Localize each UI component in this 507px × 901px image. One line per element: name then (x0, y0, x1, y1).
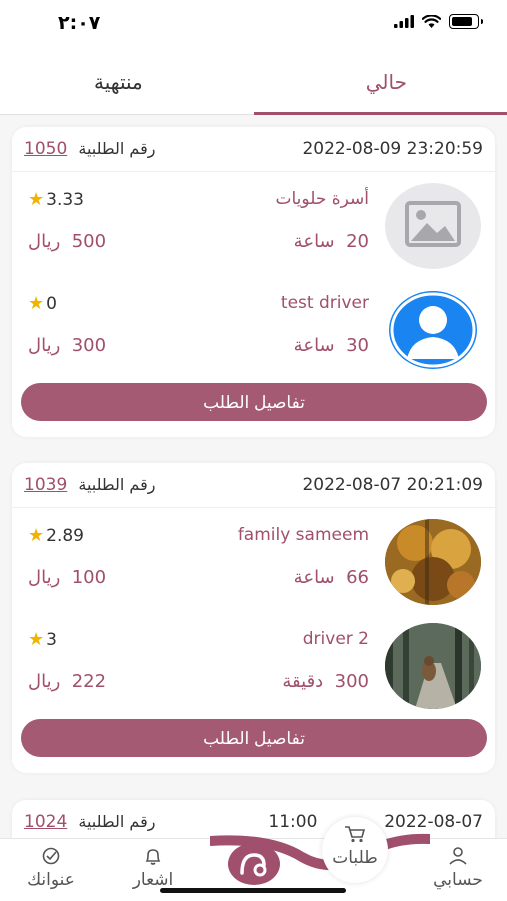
driver-row: test driver ★ 0 30 ساعة 300 ريال (12, 287, 495, 383)
image-placeholder-icon (385, 183, 481, 269)
provider-name: أسرة حلويات (275, 189, 370, 209)
nav-orders[interactable]: طلبات (322, 817, 388, 883)
tab-finished[interactable]: منتهية (94, 70, 143, 94)
nav-account[interactable]: حسابي (423, 847, 493, 890)
order-number-label: رقم الطلبية (78, 139, 156, 158)
provider-row: أسرة حلويات ★ 3.33 20 ساعة 500 ريال (12, 183, 495, 279)
nav-notifications[interactable]: اشعار (120, 847, 186, 890)
order-header: 2022-08-09 23:20:59 رقم الطلبية 1050 (12, 127, 495, 172)
tab-current[interactable]: حالي (366, 70, 407, 94)
order-number[interactable]: 1050 (24, 139, 67, 159)
order-number[interactable]: 1024 (24, 812, 67, 832)
order-details-button[interactable]: تفاصيل الطلب (21, 383, 487, 421)
order-details-button[interactable]: تفاصيل الطلب (21, 719, 487, 757)
default-avatar-icon (385, 287, 481, 373)
provider-duration: 66 ساعة (293, 567, 369, 588)
driver-duration: 30 ساعة (293, 335, 369, 356)
driver-rating: ★ 0 (28, 293, 57, 314)
provider-rating: ★ 2.89 (28, 525, 84, 546)
order-datetime: 2022-08-09 23:20:59 (302, 139, 483, 159)
order-card: 2022-08-07 20:21:09 رقم الطلبية 1039 fam… (12, 463, 495, 773)
order-datetime: 2022-08-07 20:21:09 (302, 475, 483, 495)
driver-photo (385, 623, 481, 709)
provider-row: family sameem ★ 2.89 66 ساعة 100 ريال (12, 519, 495, 615)
order-number[interactable]: 1039 (24, 475, 67, 495)
driver-duration: 300 دقيقة (282, 671, 369, 692)
user-icon (449, 847, 467, 865)
battery-icon (449, 14, 479, 29)
provider-duration: 20 ساعة (293, 231, 369, 252)
app-logo[interactable] (228, 843, 280, 885)
tab-bar: حالي منتهية (0, 50, 507, 115)
provider-photo (385, 519, 481, 605)
star-icon: ★ (28, 629, 45, 650)
bell-icon (145, 849, 161, 865)
home-indicator (160, 888, 346, 893)
order-number-label: رقم الطلبية (78, 812, 156, 831)
order-header: 2022-08-07 20:21:09 رقم الطلبية 1039 (12, 463, 495, 508)
star-icon: ★ (28, 189, 45, 210)
status-bar: ٢:٠٧ (0, 0, 507, 50)
provider-price: 500 ريال (28, 231, 107, 252)
tab-underline (254, 112, 507, 115)
order-number-label: رقم الطلبية (78, 475, 156, 494)
logo-icon (228, 843, 280, 885)
driver-name: test driver (280, 293, 369, 313)
driver-row: driver 2 ★ 3 300 دقيقة 222 ريال (12, 623, 495, 719)
provider-rating: ★ 3.33 (28, 189, 84, 210)
driver-rating: ★ 3 (28, 629, 57, 650)
order-card: 2022-08-09 23:20:59 رقم الطلبية 1050 أسر… (12, 127, 495, 437)
status-time: ٢:٠٧ (58, 12, 101, 34)
driver-price: 300 ريال (28, 335, 107, 356)
wifi-icon (422, 14, 441, 28)
nav-addresses[interactable]: عنوانك (16, 847, 86, 890)
provider-name: family sameem (237, 525, 369, 545)
cart-icon (345, 826, 366, 843)
star-icon: ★ (28, 293, 45, 314)
driver-price: 222 ريال (28, 671, 107, 692)
bottom-navigation: حسابي طلبات اشعار عنوانك (0, 817, 507, 901)
star-icon: ★ (28, 525, 45, 546)
driver-name: driver 2 (302, 629, 369, 649)
signal-icon (394, 15, 414, 28)
provider-price: 100 ريال (28, 567, 107, 588)
address-icon (42, 847, 60, 865)
